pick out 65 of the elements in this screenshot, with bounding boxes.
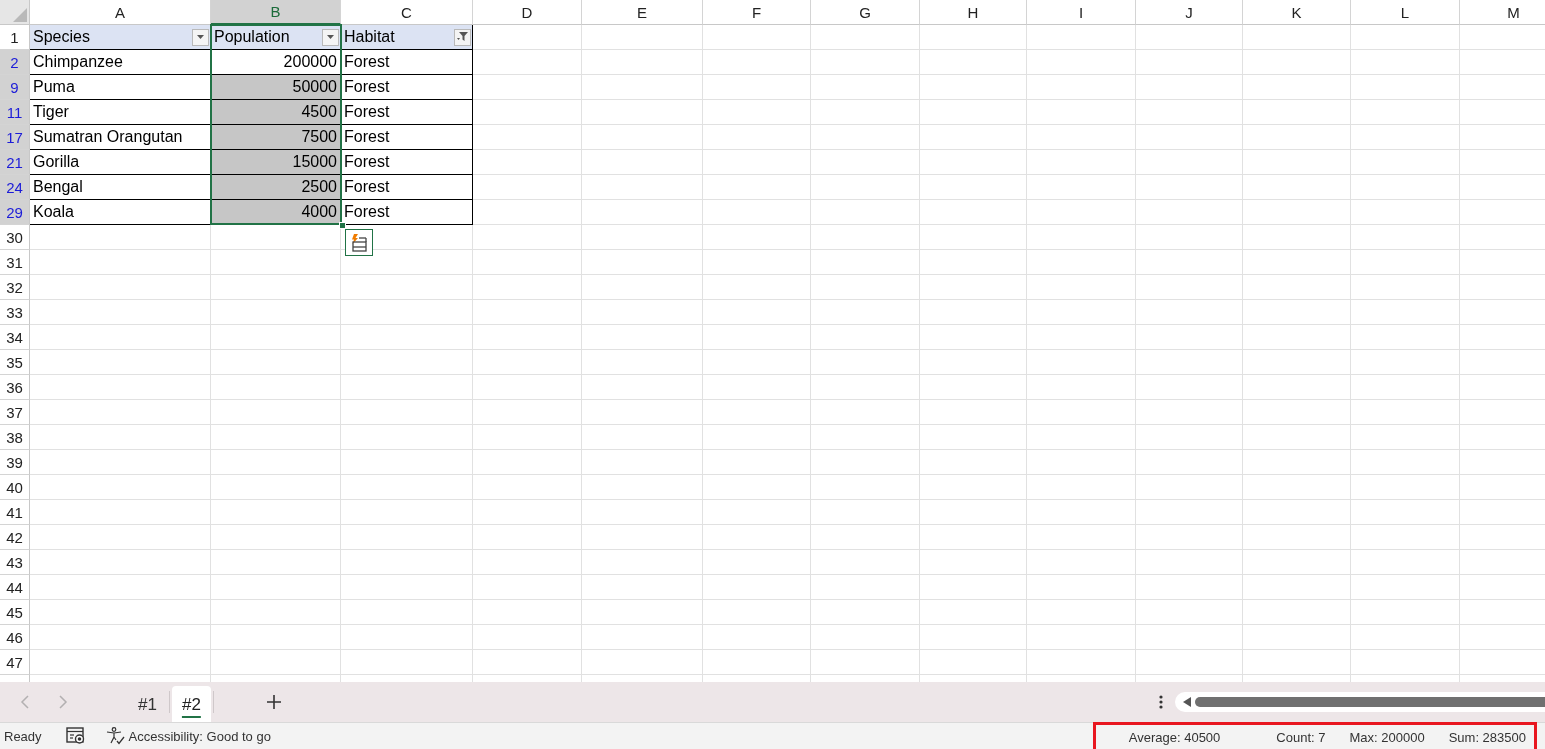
accessibility-status[interactable]: Accessibility: Good to go <box>128 728 271 744</box>
table-cell: Forest <box>341 150 473 175</box>
table-cell: 4000 <box>211 200 341 225</box>
macro-recorder-icon[interactable] <box>65 727 86 745</box>
column-header[interactable]: E <box>582 0 703 25</box>
row-header[interactable]: 21 <box>0 150 30 175</box>
table-cell: 2500 <box>211 175 341 200</box>
status-statistic: Average: 40500 <box>1128 729 1221 745</box>
scroll-left-icon[interactable] <box>1183 697 1191 707</box>
table-cell: Chimpanzee <box>30 50 211 75</box>
lightning-table-icon <box>349 232 369 253</box>
table-cell: Koala <box>30 200 211 225</box>
column-header[interactable]: F <box>703 0 811 25</box>
row-header[interactable]: 2 <box>0 50 30 75</box>
filter-dropdown-button[interactable] <box>192 28 209 46</box>
sheet-tab[interactable]: #2 <box>171 686 211 722</box>
more-options-icon[interactable] <box>1159 695 1163 709</box>
column-title: Habitat <box>344 28 395 46</box>
row-header[interactable]: 11 <box>0 100 30 125</box>
table-cell: 50000 <box>211 75 341 100</box>
row-header[interactable]: 24 <box>0 175 30 200</box>
sheet-tab[interactable]: #1 <box>128 686 167 722</box>
quick-analysis-button[interactable] <box>345 229 373 256</box>
column-header[interactable]: D <box>473 0 582 25</box>
filter-icon <box>457 32 468 42</box>
status-text: Ready <box>4 728 42 744</box>
row-header[interactable]: 29 <box>0 200 30 225</box>
table-cell: 7500 <box>211 125 341 150</box>
accessibility-icon[interactable] <box>105 727 126 745</box>
table-cell: Forest <box>341 125 473 150</box>
column-header[interactable]: H <box>920 0 1027 25</box>
table-cell: Puma <box>30 75 211 100</box>
triangle-icon <box>13 8 27 22</box>
column-header[interactable]: J <box>1136 0 1243 25</box>
caret-icon <box>197 35 204 39</box>
table-cell: Gorilla <box>30 150 211 175</box>
caret-icon <box>327 35 334 39</box>
table-cell: Forest <box>341 175 473 200</box>
column-header[interactable]: C <box>341 0 473 25</box>
column-header[interactable]: B <box>211 0 341 25</box>
table-cell: Forest <box>341 75 473 100</box>
column-title: Species <box>33 28 90 46</box>
row-header[interactable]: 17 <box>0 125 30 150</box>
table-cell: 15000 <box>211 150 341 175</box>
column-header[interactable]: L <box>1351 0 1460 25</box>
column-title: Population <box>214 28 290 46</box>
filter-dropdown-button[interactable] <box>322 28 339 46</box>
column-header[interactable]: G <box>811 0 920 25</box>
column-header[interactable]: A <box>30 0 211 25</box>
table-cell: Forest <box>341 50 473 75</box>
status-statistic: Count: 7 <box>1276 729 1326 745</box>
table-cell: Forest <box>341 100 473 125</box>
table-cell: 4500 <box>211 100 341 125</box>
column-header[interactable]: I <box>1027 0 1136 25</box>
row-header[interactable]: 9 <box>0 75 30 100</box>
add-sheet-icon[interactable] <box>265 694 282 710</box>
filter-applied-button[interactable] <box>454 28 471 46</box>
table-cell: Bengal <box>30 175 211 200</box>
column-header[interactable]: K <box>1243 0 1351 25</box>
status-statistic: Sum: 283500 <box>1448 729 1526 745</box>
horizontal-scrollbar[interactable] <box>1175 692 1545 712</box>
status-statistic: Max: 200000 <box>1349 729 1425 745</box>
table-cell: Sumatran Orangutan <box>30 125 211 150</box>
fill-handle[interactable] <box>339 222 346 229</box>
table-cell: Tiger <box>30 100 211 125</box>
